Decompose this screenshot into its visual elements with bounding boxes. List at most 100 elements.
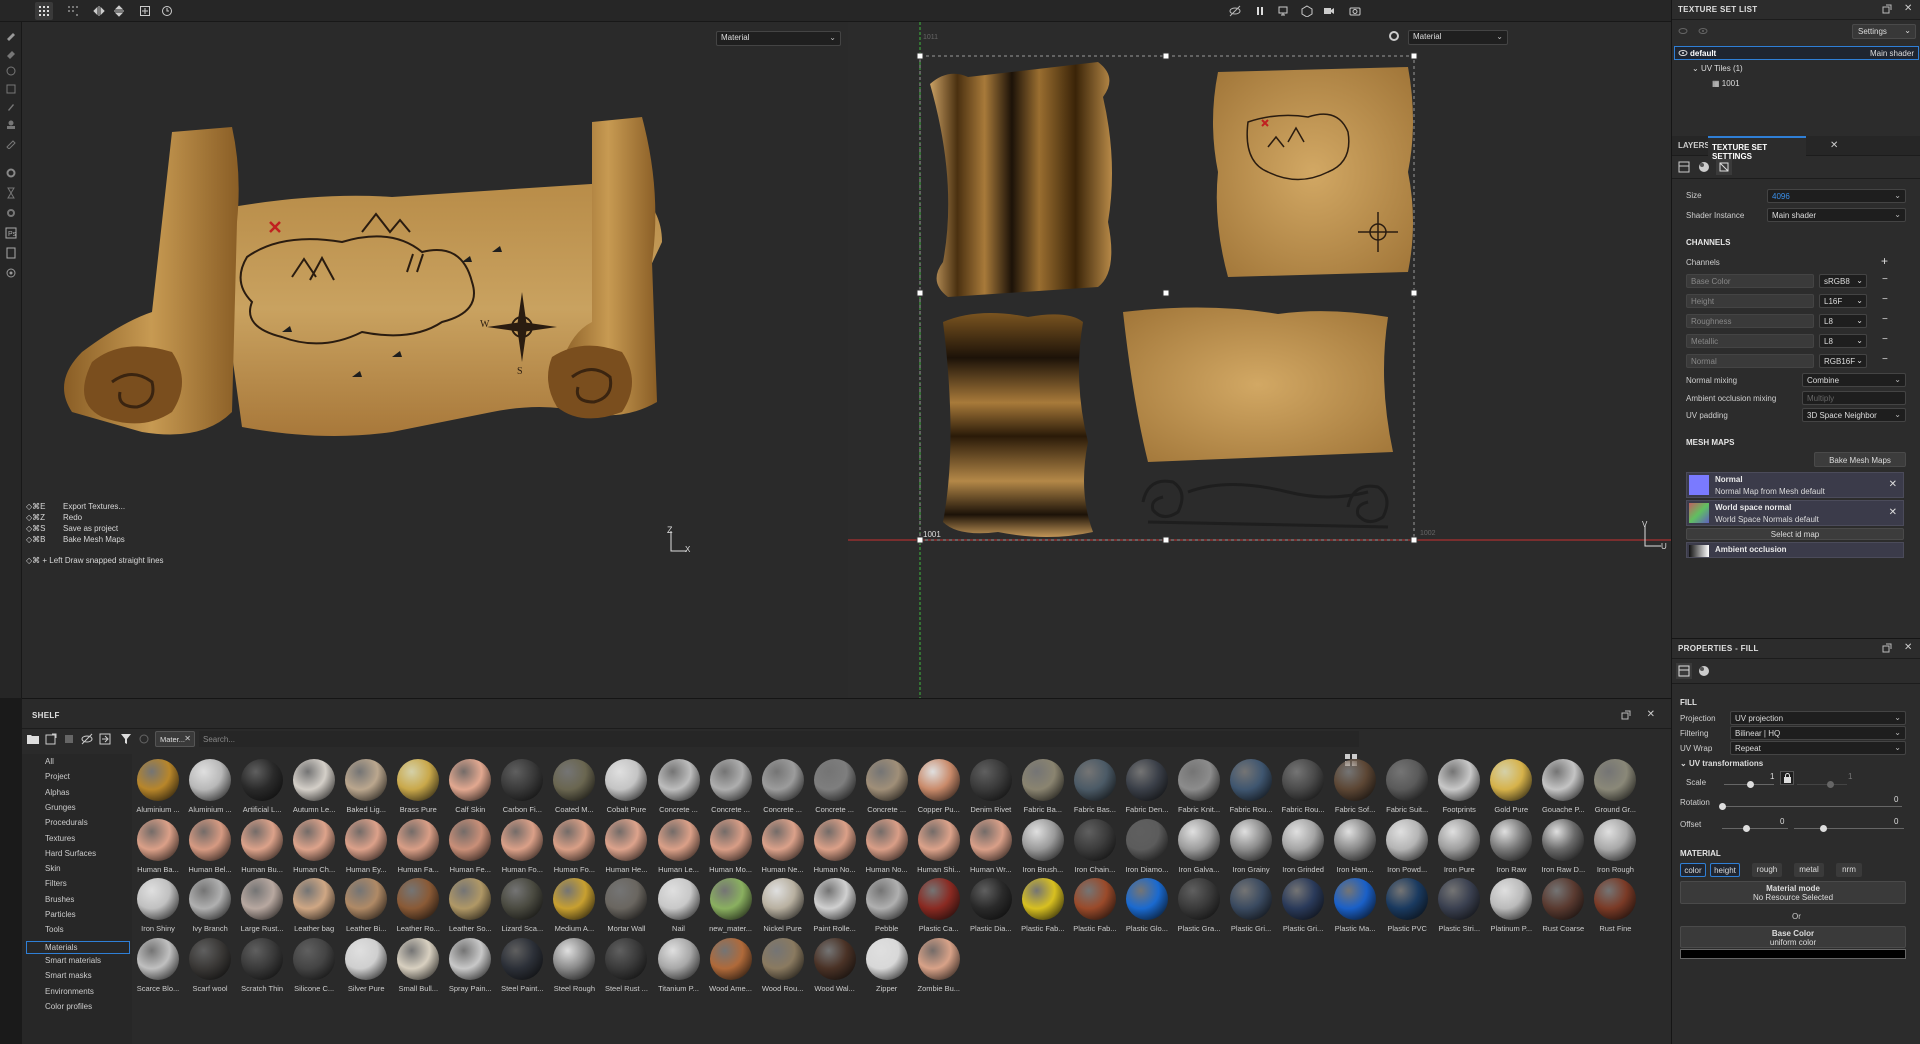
category-item[interactable]: Hard Surfaces <box>45 849 96 858</box>
geometry-mask-icon[interactable] <box>2 80 20 98</box>
material-thumbnail[interactable]: Human Fe... <box>444 818 496 879</box>
material-thumbnail[interactable]: Paint Rolle... <box>809 878 861 938</box>
material-thumbnail[interactable]: Human Ne... <box>757 818 809 879</box>
material-thumbnail[interactable]: Ground Gr... <box>1589 759 1641 819</box>
search-circle-icon[interactable] <box>137 732 151 746</box>
document-icon[interactable] <box>2 244 20 262</box>
offset-v-slider-track[interactable] <box>1794 828 1904 829</box>
material-thumbnail[interactable]: Plastic Ca... <box>913 878 965 938</box>
eye-icon[interactable] <box>1678 48 1688 58</box>
hidden-icon[interactable] <box>80 732 94 746</box>
offset-u-slider-track[interactable] <box>1722 828 1788 829</box>
category-item[interactable]: Environments <box>45 987 94 996</box>
material-thumbnail[interactable]: Small Bull... <box>392 937 444 998</box>
material-thumbnail[interactable]: Large Rust... <box>236 878 288 938</box>
uv-tiles-row[interactable]: ⌄ UV Tiles (1) <box>1692 64 1743 73</box>
material-thumbnail[interactable]: Silver Pure <box>340 937 392 998</box>
category-item[interactable]: Textures <box>45 834 75 843</box>
category-item[interactable]: Color profiles <box>45 1002 92 1011</box>
settings-icon[interactable] <box>2 164 20 182</box>
tab-nrm[interactable]: nrm <box>1836 863 1862 877</box>
channel-name[interactable]: Base Color <box>1686 274 1814 288</box>
material-thumbnail[interactable]: Human Ey... <box>340 818 392 879</box>
material-thumbnail[interactable]: Aluminium ... <box>184 759 236 819</box>
tab-color[interactable]: color <box>1680 863 1706 877</box>
tab-metal[interactable]: metal <box>1794 863 1824 877</box>
channel-format-dropdown[interactable]: sRGB8 ⌄ <box>1819 274 1867 288</box>
filter-chip[interactable]: Mater... ✕ <box>155 731 195 747</box>
material-thumbnail[interactable]: Iron Diamo... <box>1121 818 1173 879</box>
material-thumbnail[interactable]: Iron Shiny <box>132 878 184 938</box>
filtering-dropdown[interactable]: Bilinear | HQ ⌄ <box>1730 726 1906 740</box>
remove-filter-icon[interactable]: ✕ <box>184 734 191 743</box>
hourglass-icon[interactable] <box>2 184 20 202</box>
material-thumbnail[interactable]: Wood Ame... <box>705 937 757 998</box>
channel-format-dropdown[interactable]: L8 ⌄ <box>1819 314 1867 328</box>
hide-icon[interactable] <box>1226 2 1244 20</box>
material-thumbnail[interactable]: Spray Pain... <box>444 937 496 998</box>
ao-mixing-dropdown[interactable]: Multiply <box>1802 391 1906 405</box>
channel-format-dropdown[interactable]: RGB16F ⌄ <box>1819 354 1867 368</box>
remove-channel-button[interactable]: − <box>1882 314 1888 325</box>
snapping-grid-icon[interactable] <box>64 2 82 20</box>
category-item[interactable]: Materials <box>26 940 130 954</box>
screenshot-icon[interactable] <box>1346 2 1364 20</box>
material-thumbnail[interactable]: Ivy Branch <box>184 878 236 938</box>
symmetry-icon[interactable] <box>90 2 108 20</box>
close-icon[interactable]: ✕ <box>1647 709 1655 720</box>
material-thumbnail[interactable]: Nail <box>653 878 705 938</box>
new-folder-icon[interactable] <box>44 732 58 746</box>
close-icon[interactable]: ✕ <box>1904 3 1912 14</box>
material-thumbnail[interactable]: Lizard Sca... <box>496 878 548 938</box>
remove-map-icon[interactable]: ✕ <box>1889 479 1897 490</box>
category-item[interactable]: Filters <box>45 879 67 888</box>
material-thumbnail[interactable]: Plastic Ma... <box>1329 878 1381 938</box>
base-color-button[interactable]: Base Color uniform color <box>1680 926 1906 948</box>
material-thumbnail[interactable]: Carbon Fi... <box>496 759 548 819</box>
category-item[interactable]: Particles <box>45 910 76 919</box>
clone-icon[interactable] <box>2 116 20 134</box>
plugin-icon[interactable] <box>2 264 20 282</box>
material-thumbnail[interactable]: Human Le... <box>653 818 705 879</box>
material-thumbnail[interactable]: Scarf wool <box>184 937 236 998</box>
category-item[interactable]: Alphas <box>45 788 69 797</box>
add-channel-button[interactable]: + <box>1881 254 1888 268</box>
material-thumbnail[interactable]: Iron Rough <box>1589 818 1641 879</box>
material-thumbnail[interactable]: Human Bel... <box>184 818 236 879</box>
material-thumbnail[interactable]: Plastic Gra... <box>1173 878 1225 938</box>
material-thumbnail[interactable]: Mortar Wall <box>600 878 652 938</box>
viewport-2d[interactable]: Material ⌄ 1011 1001 1002 V U <box>848 22 1671 698</box>
category-item[interactable]: Grunges <box>45 803 76 812</box>
camera-icon[interactable] <box>1320 2 1338 20</box>
material-thumbnail[interactable]: Fabric Bas... <box>1069 759 1121 819</box>
uv-settings-icon[interactable] <box>1716 159 1732 175</box>
material-thumbnail[interactable]: Steel Rough <box>548 937 600 998</box>
undock-icon[interactable] <box>1621 710 1631 720</box>
material-ball-icon[interactable] <box>1696 663 1712 679</box>
remove-channel-button[interactable]: − <box>1882 354 1888 365</box>
material-thumbnail[interactable]: Leather Bi... <box>340 878 392 938</box>
material-thumbnail[interactable]: Human Fo... <box>548 818 600 879</box>
category-item[interactable]: Smart materials <box>45 956 101 965</box>
material-thumbnail[interactable]: Copper Pu... <box>913 759 965 819</box>
close-icon[interactable]: ✕ <box>1904 642 1912 653</box>
settings-dropdown[interactable]: Settings ⌄ <box>1852 24 1916 39</box>
material-thumbnail[interactable]: Rust Fine <box>1589 878 1641 938</box>
visibility-icon[interactable] <box>1678 26 1688 36</box>
camera-mode-icon[interactable] <box>1298 2 1316 20</box>
texture-set-row-default[interactable]: default Main shader <box>1674 46 1919 60</box>
material-thumbnail[interactable]: Human Fa... <box>392 818 444 879</box>
tab-rough[interactable]: rough <box>1752 863 1782 877</box>
material-thumbnail[interactable]: Concrete ... <box>861 759 913 819</box>
category-item[interactable]: All <box>45 757 54 766</box>
material-thumbnail[interactable]: new_mater... <box>705 878 757 938</box>
material-thumbnail[interactable]: Iron Powd... <box>1381 818 1433 879</box>
scale-slider-track-2[interactable] <box>1797 784 1847 785</box>
material-thumbnail[interactable]: Wood Wal... <box>809 937 861 998</box>
material-thumbnail[interactable]: Concrete ... <box>809 759 861 819</box>
material-thumbnail[interactable]: Fabric Rou... <box>1277 759 1329 819</box>
rotation-slider-track[interactable] <box>1722 806 1902 807</box>
channel-name[interactable]: Normal <box>1686 354 1814 368</box>
material-thumbnail[interactable]: Coated M... <box>548 759 600 819</box>
material-thumbnail[interactable]: Human Ch... <box>288 818 340 879</box>
